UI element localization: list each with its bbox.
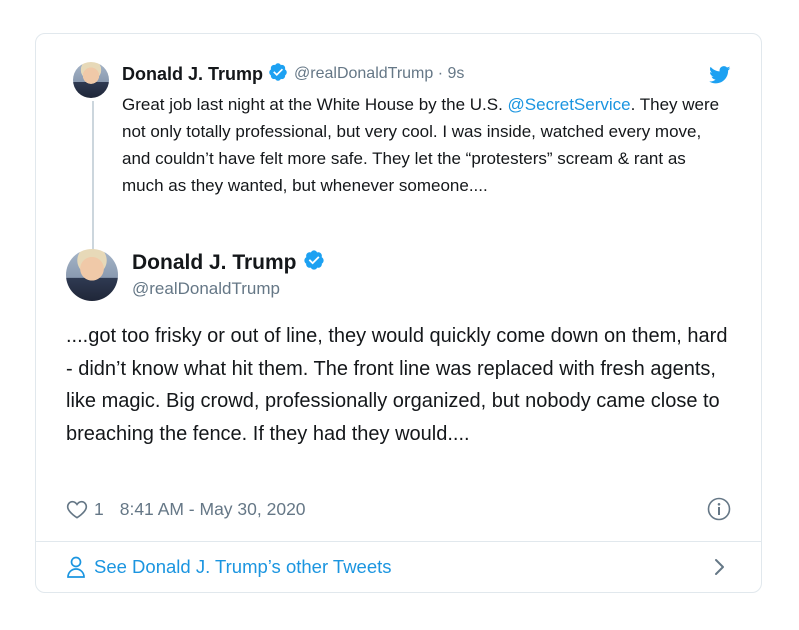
main-tweet-author-row: Donald J. Trump bbox=[132, 249, 325, 277]
embedded-tweet-card: Donald J. Trump @realDonaldTrump · 9s Gr… bbox=[35, 33, 762, 593]
verified-badge-icon bbox=[303, 249, 325, 277]
main-tweet-handle[interactable]: @realDonaldTrump bbox=[132, 279, 325, 299]
main-tweet-author: Donald J. Trump @realDonaldTrump bbox=[132, 249, 325, 299]
quoted-tweet-author-name[interactable]: Donald J. Trump bbox=[122, 64, 263, 85]
quoted-tweet-text: Great job last night at the White House … bbox=[122, 91, 732, 199]
tweet-meta-row: 1 8:41 AM - May 30, 2020 bbox=[66, 496, 306, 522]
see-other-tweets-label: See Donald J. Trump’s other Tweets bbox=[94, 556, 392, 577]
quoted-tweet-handle-time[interactable]: @realDonaldTrump · 9s bbox=[294, 65, 464, 83]
quoted-tweet-text-start: Great job last night at the White House … bbox=[122, 95, 508, 114]
quoted-tweet-avatar[interactable] bbox=[73, 62, 109, 98]
main-tweet-avatar[interactable] bbox=[66, 249, 118, 301]
footer-divider bbox=[36, 541, 761, 542]
heart-icon[interactable] bbox=[66, 499, 88, 519]
main-tweet-text: ....got too frisky or out of line, they … bbox=[66, 325, 728, 445]
main-tweet-author-name[interactable]: Donald J. Trump bbox=[132, 251, 297, 275]
see-other-tweets-link[interactable]: See Donald J. Trump’s other Tweets bbox=[66, 554, 392, 580]
like-count[interactable]: 1 bbox=[94, 499, 104, 520]
person-icon bbox=[67, 556, 85, 578]
info-icon[interactable] bbox=[707, 497, 731, 521]
verified-badge-icon bbox=[268, 62, 288, 87]
mention-link[interactable]: @SecretService bbox=[508, 95, 631, 114]
twitter-bird-icon[interactable] bbox=[709, 66, 731, 84]
quoted-tweet-header: Donald J. Trump @realDonaldTrump · 9s bbox=[122, 62, 464, 87]
tweet-timestamp[interactable]: 8:41 AM - May 30, 2020 bbox=[120, 499, 306, 520]
chevron-right-icon[interactable] bbox=[713, 556, 727, 578]
